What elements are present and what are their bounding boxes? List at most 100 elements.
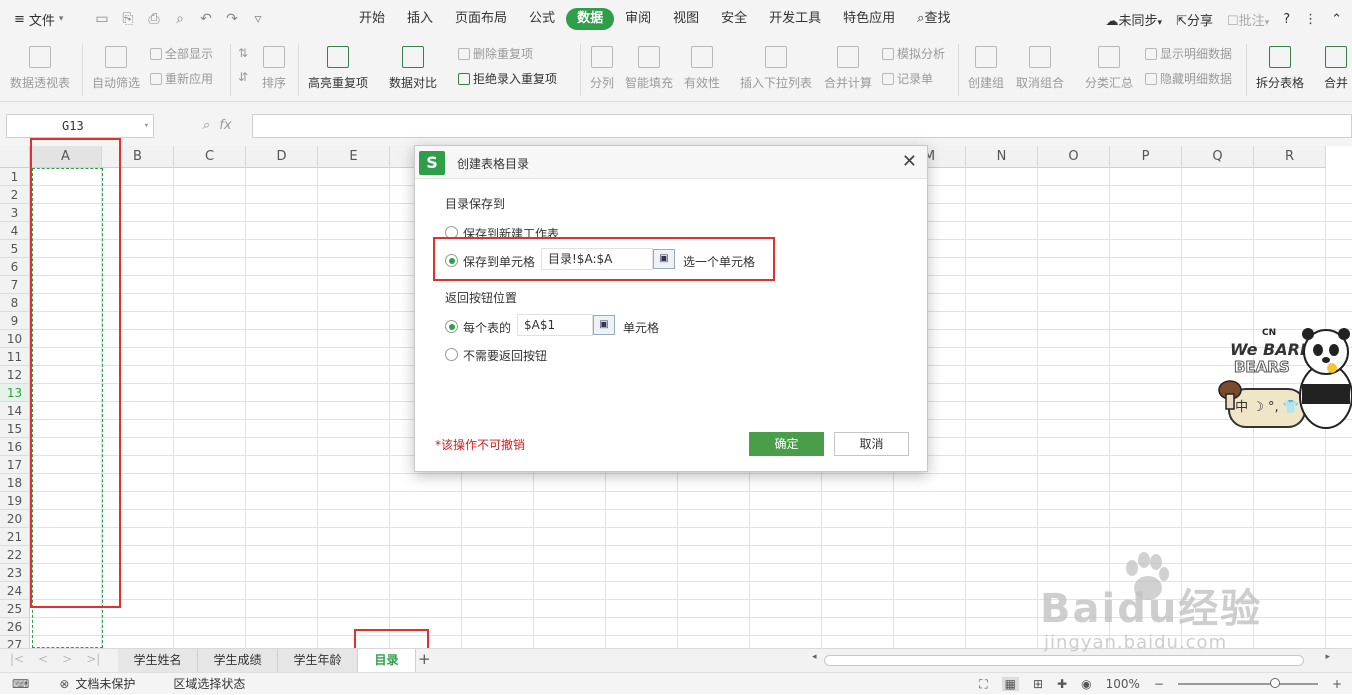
what-if-button[interactable]: 模拟分析	[882, 45, 945, 62]
zoom-out-icon[interactable]: −	[1154, 677, 1164, 691]
consolidate-button[interactable]: 合并计算	[824, 42, 872, 91]
row-header[interactable]: 2	[0, 186, 30, 204]
macro-icon[interactable]: ⌨	[12, 677, 29, 691]
row-header[interactable]: 14	[0, 402, 30, 420]
row-header[interactable]: 7	[0, 276, 30, 294]
split-table-button[interactable]: 拆分表格	[1256, 42, 1304, 91]
row-header[interactable]: 18	[0, 474, 30, 492]
row-header[interactable]: 27	[0, 636, 30, 648]
show-detail-button[interactable]: 显示明细数据	[1145, 45, 1232, 62]
help-button[interactable]: ?	[1283, 12, 1290, 27]
normal-view-icon[interactable]: ▦	[1001, 677, 1019, 691]
tab-home[interactable]: 开始	[348, 8, 396, 30]
zoom-slider-thumb[interactable]	[1269, 678, 1280, 688]
row-header[interactable]: 17	[0, 456, 30, 474]
reject-duplicates-button[interactable]: 拒绝录入重复项	[458, 70, 557, 87]
show-all-button[interactable]: 全部显示	[150, 45, 213, 62]
row-header[interactable]: 11	[0, 348, 30, 366]
row-header[interactable]: 24	[0, 582, 30, 600]
customize-icon[interactable]: ▿	[250, 11, 266, 27]
column-header[interactable]: O	[1038, 146, 1110, 168]
tab-formula[interactable]: 公式	[518, 8, 566, 30]
row-header[interactable]: 25	[0, 600, 30, 618]
row-header[interactable]: 1	[0, 168, 30, 186]
row-header[interactable]: 22	[0, 546, 30, 564]
reapply-button[interactable]: 重新应用	[150, 70, 213, 87]
column-header[interactable]: N	[966, 146, 1038, 168]
row-header[interactable]: 8	[0, 294, 30, 312]
tab-developer[interactable]: 开发工具	[758, 8, 832, 30]
tab-view[interactable]: 视图	[662, 8, 710, 30]
share-button[interactable]: ⇱分享	[1176, 10, 1213, 29]
zoom-in-icon[interactable]: +	[1332, 677, 1342, 691]
pivot-table-button[interactable]: 数据透视表	[10, 42, 70, 91]
scroll-right-icon[interactable]: ▸	[1325, 652, 1330, 662]
tab-insert[interactable]: 插入	[396, 8, 444, 30]
insert-dropdown-button[interactable]: 插入下拉列表	[740, 42, 812, 91]
return-cell-input[interactable]: $A$1	[517, 314, 593, 336]
doc-protect-status[interactable]: 文档未保护	[75, 675, 135, 692]
select-return-cell-button[interactable]: ▣	[593, 315, 615, 335]
collapse-ribbon-icon[interactable]: ⌃	[1331, 12, 1342, 27]
fullscreen-icon[interactable]: ⛶	[979, 677, 987, 692]
tab-security[interactable]: 安全	[710, 8, 758, 30]
record-form-button[interactable]: 记录单	[882, 70, 933, 87]
name-box[interactable]: G13 ▾	[6, 114, 154, 138]
undo-icon[interactable]: ↶	[198, 11, 214, 27]
row-header[interactable]: 13	[0, 384, 30, 402]
sheet-tab-student-score[interactable]: 学生成绩	[198, 649, 278, 672]
sync-button[interactable]: ☁未同步▾	[1106, 10, 1163, 29]
sort-button[interactable]: 排序	[262, 42, 286, 91]
row-header[interactable]: 3	[0, 204, 30, 222]
column-header[interactable]: D	[246, 146, 318, 168]
last-sheet-icon[interactable]: >|	[86, 652, 100, 666]
row-header[interactable]: 16	[0, 438, 30, 456]
page-break-view-icon[interactable]: ⊞	[1033, 677, 1043, 691]
tab-review[interactable]: 审阅	[614, 8, 662, 30]
scroll-left-icon[interactable]: ◂	[812, 652, 817, 662]
chevron-down-icon[interactable]: ▾	[144, 115, 149, 137]
cancel-button[interactable]: 取消	[834, 432, 909, 456]
auto-filter-button[interactable]: 自动筛选	[92, 42, 140, 91]
print-preview-icon[interactable]: ⌕	[172, 11, 188, 27]
row-header[interactable]: 5	[0, 240, 30, 258]
subtotal-button[interactable]: 分类汇总	[1085, 42, 1133, 91]
add-sheet-icon[interactable]: +	[418, 650, 431, 668]
fx-icon[interactable]: fx	[219, 118, 231, 133]
row-header[interactable]: 21	[0, 528, 30, 546]
zoom-slider[interactable]	[1177, 678, 1318, 688]
export-pdf-icon[interactable]: ⎘	[120, 11, 136, 27]
file-menu[interactable]: ≡ 文件 ▾	[0, 10, 86, 29]
column-header[interactable]: P	[1110, 146, 1182, 168]
row-header[interactable]: 15	[0, 420, 30, 438]
tab-page-layout[interactable]: 页面布局	[444, 8, 518, 30]
create-group-button[interactable]: 创建组	[968, 42, 1004, 91]
smart-fill-button[interactable]: 智能填充	[625, 42, 673, 91]
row-header[interactable]: 10	[0, 330, 30, 348]
next-sheet-icon[interactable]: >	[62, 652, 72, 666]
row-header[interactable]: 6	[0, 258, 30, 276]
select-all-corner[interactable]	[0, 146, 30, 168]
close-icon[interactable]: ✕	[902, 151, 917, 172]
merge-button[interactable]: 合并	[1324, 42, 1348, 91]
row-header[interactable]: 20	[0, 510, 30, 528]
tab-data[interactable]: 数据	[566, 8, 615, 30]
reading-mode-icon[interactable]: ✚	[1057, 677, 1067, 691]
ok-button[interactable]: 确定	[749, 432, 824, 456]
sheet-tab-student-age[interactable]: 学生年龄	[278, 649, 358, 672]
eye-protect-icon[interactable]: ◉	[1081, 677, 1091, 691]
column-header[interactable]: E	[318, 146, 390, 168]
column-header[interactable]: C	[174, 146, 246, 168]
zoom-icon[interactable]: ⌕	[202, 118, 209, 133]
data-compare-button[interactable]: 数据对比	[389, 42, 437, 91]
validity-button[interactable]: 有效性	[684, 42, 720, 91]
row-header[interactable]: 4	[0, 222, 30, 240]
save-icon[interactable]: ▭	[94, 11, 110, 27]
column-header[interactable]: R	[1254, 146, 1326, 168]
sort-asc-icon[interactable]: ⇅	[238, 46, 248, 60]
highlight-duplicates-button[interactable]: 高亮重复项	[308, 42, 368, 91]
remove-duplicates-button[interactable]: 删除重复项	[458, 45, 533, 62]
radio-no-return[interactable]	[445, 348, 458, 361]
zoom-level[interactable]: 100%	[1106, 677, 1140, 691]
prev-sheet-icon[interactable]: <	[38, 652, 48, 666]
